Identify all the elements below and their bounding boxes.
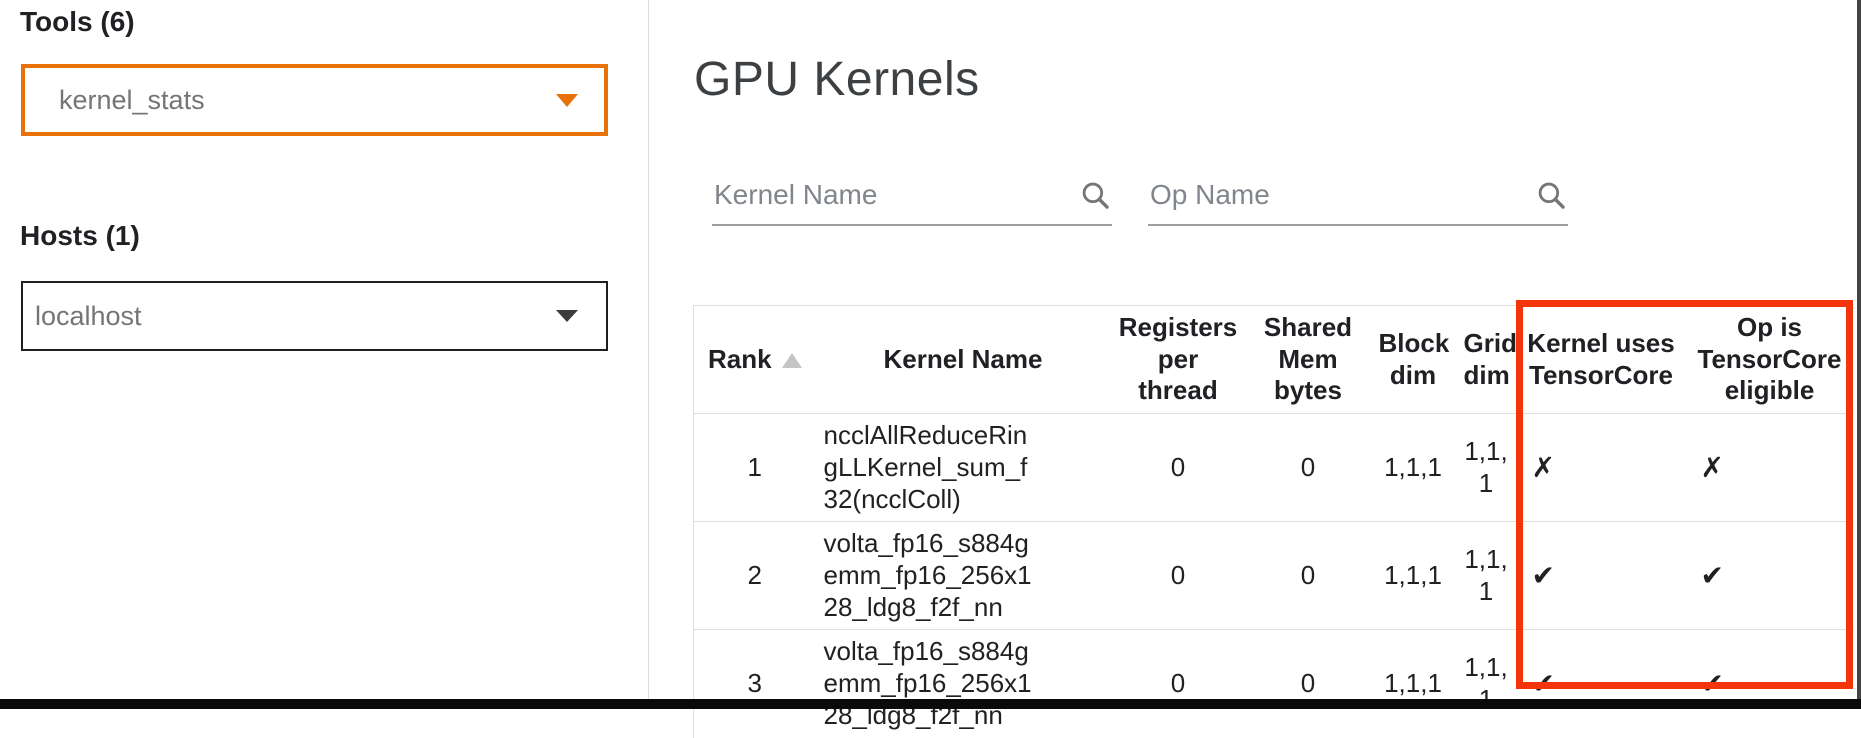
window-right-edge [1857,0,1861,700]
column-header-kernel-name[interactable]: Kernel Name [816,306,1111,414]
chevron-down-icon [556,310,578,322]
table-row: 3 volta_fp16_s884gemm_fp16_256x128_ldg8_… [694,630,1854,738]
cell-rank: 1 [694,414,816,522]
column-header-rank[interactable]: Rank [694,306,816,414]
tools-select-value: kernel_stats [59,85,556,116]
column-header-shared-mem-bytes[interactable]: Shared Mem bytes [1246,306,1371,414]
search-icon [1078,178,1112,212]
cell-kernel-uses-tensorcore: ✔ [1517,630,1686,738]
tools-section-label: Tools (6) [20,6,135,38]
cell-kernel-uses-tensorcore: ✗ [1517,414,1686,522]
cell-rank: 3 [694,630,816,738]
cell-grid-dim: 1,1,1 [1456,414,1517,522]
search-icon [1534,178,1568,212]
cell-grid-dim: 1,1,1 [1456,630,1517,738]
cell-op-is-tensorcore-eligible: ✔ [1686,522,1854,630]
kernel-name-filter[interactable] [712,166,1112,226]
kernel-name-input[interactable] [712,178,1070,212]
column-header-kernel-uses-tensorcore[interactable]: Kernel uses TensorCore [1517,306,1686,414]
tools-select[interactable]: kernel_stats [21,64,608,136]
cell-block-dim: 1,1,1 [1371,522,1456,630]
hosts-select-value: localhost [35,301,556,332]
column-header-op-is-tensorcore-eligible[interactable]: Op is TensorCore eligible [1686,306,1854,414]
page-title: GPU Kernels [694,52,980,107]
cell-registers-per-thread: 0 [1111,414,1246,522]
window-bottom-bar [0,699,1861,709]
cell-shared-mem-bytes: 0 [1246,630,1371,738]
cell-kernel-name: ncclAllReduceRingLLKernel_sum_f32(ncclCo… [816,414,1111,522]
chevron-down-icon [556,94,578,107]
op-name-filter[interactable] [1148,166,1568,226]
sidebar-divider [648,0,649,700]
cell-op-is-tensorcore-eligible: ✔ [1686,630,1854,738]
cell-shared-mem-bytes: 0 [1246,414,1371,522]
sidebar: Tools (6) kernel_stats Hosts (1) localho… [0,0,648,700]
cell-rank: 2 [694,522,816,630]
cell-registers-per-thread: 0 [1111,522,1246,630]
table-row: 2 volta_fp16_s884gemm_fp16_256x128_ldg8_… [694,522,1854,630]
cell-op-is-tensorcore-eligible: ✗ [1686,414,1854,522]
table-header-row: Rank Kernel Name Registers per thread Sh… [694,306,1854,414]
cell-grid-dim: 1,1,1 [1456,522,1517,630]
column-header-registers-per-thread[interactable]: Registers per thread [1111,306,1246,414]
column-header-grid-dim[interactable]: Grid dim [1456,306,1517,414]
gpu-kernels-table: Rank Kernel Name Registers per thread Sh… [693,305,1854,738]
cell-block-dim: 1,1,1 [1371,630,1456,738]
op-name-input[interactable] [1148,178,1526,212]
cell-kernel-uses-tensorcore: ✔ [1517,522,1686,630]
cell-shared-mem-bytes: 0 [1246,522,1371,630]
table-row: 1 ncclAllReduceRingLLKernel_sum_f32(nccl… [694,414,1854,522]
sort-ascending-icon [782,353,802,368]
cell-kernel-name: volta_fp16_s884gemm_fp16_256x128_ldg8_f2… [816,522,1111,630]
hosts-section-label: Hosts (1) [20,220,140,252]
cell-registers-per-thread: 0 [1111,630,1246,738]
cell-kernel-name: volta_fp16_s884gemm_fp16_256x128_ldg8_f2… [816,630,1111,738]
cell-block-dim: 1,1,1 [1371,414,1456,522]
hosts-select[interactable]: localhost [21,281,608,351]
column-header-block-dim[interactable]: Block dim [1371,306,1456,414]
